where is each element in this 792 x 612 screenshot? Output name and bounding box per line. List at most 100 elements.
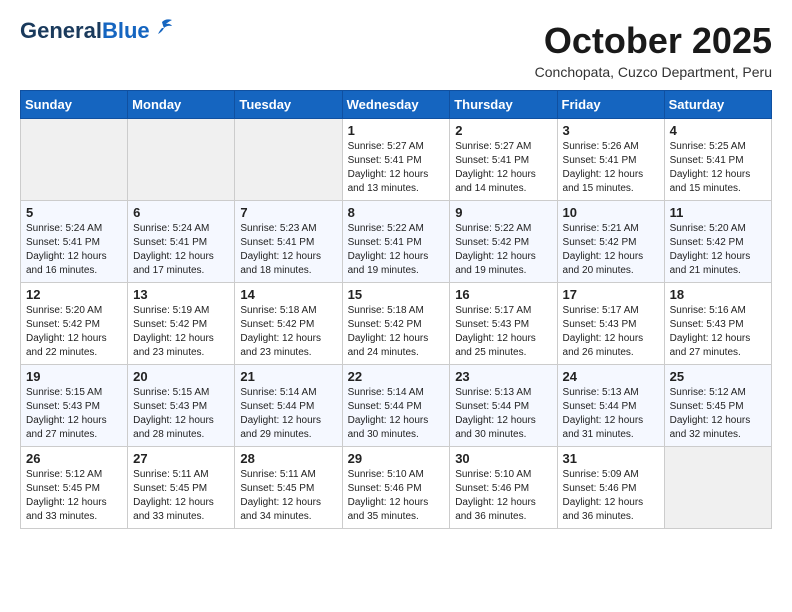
calendar-cell: 23 Sunrise: 5:13 AMSunset: 5:44 PMDayligh… [450,365,557,447]
calendar-cell: 7 Sunrise: 5:23 AMSunset: 5:41 PMDaylight… [235,201,342,283]
calendar-cell: 12Sunrise: 5:20 AMSunset: 5:42 PMDayligh… [21,283,128,365]
day-info: Sunrise: 5:14 AMSunset: 5:44 PMDaylight:… [240,386,336,442]
day-number: 5 [26,205,122,220]
day-number: 17 [563,287,659,302]
calendar-cell [664,447,771,529]
calendar-cell: 30 Sunrise: 5:10 AMSunset: 5:46 PMDayligh… [450,447,557,529]
calendar-cell: 24Sunrise: 5:13 AMSunset: 5:44 PMDayligh… [557,365,664,447]
day-number: 16 [455,287,551,302]
calendar-cell: 4 Sunrise: 5:25 AMSunset: 5:41 PMDaylight… [664,119,771,201]
day-number: 24 [563,369,659,384]
day-number: 15 [348,287,445,302]
location: Conchopata, Cuzco Department, Peru [535,64,772,80]
day-number: 8 [348,205,445,220]
day-number: 2 [455,123,551,138]
day-number: 21 [240,369,336,384]
calendar-cell: 22 Sunrise: 5:14 AMSunset: 5:44 PMDayligh… [342,365,450,447]
day-number: 7 [240,205,336,220]
calendar-cell: 16 Sunrise: 5:17 AMSunset: 5:43 PMDayligh… [450,283,557,365]
calendar-cell: 18Sunrise: 5:16 AMSunset: 5:43 PMDayligh… [664,283,771,365]
day-info: Sunrise: 5:10 AMSunset: 5:46 PMDaylight:… [348,468,445,524]
day-number: 23 [455,369,551,384]
day-number: 27 [133,451,229,466]
weekday-header: Thursday [450,91,557,119]
calendar-cell: 31 Sunrise: 5:09 AMSunset: 5:46 PMDayligh… [557,447,664,529]
calendar-cell: 13 Sunrise: 5:19 AMSunset: 5:42 PMDayligh… [128,283,235,365]
calendar-week-row: 1Sunrise: 5:27 AMSunset: 5:41 PMDaylight… [21,119,772,201]
day-number: 22 [348,369,445,384]
calendar-week-row: 5Sunrise: 5:24 AMSunset: 5:41 PMDaylight… [21,201,772,283]
calendar-cell: 26Sunrise: 5:12 AMSunset: 5:45 PMDayligh… [21,447,128,529]
weekday-header-row: SundayMondayTuesdayWednesdayThursdayFrid… [21,91,772,119]
calendar-cell: 9Sunrise: 5:22 AMSunset: 5:42 PMDaylight… [450,201,557,283]
day-number: 30 [455,451,551,466]
calendar-cell: 8 Sunrise: 5:22 AMSunset: 5:41 PMDaylight… [342,201,450,283]
logo-bird-icon [152,18,174,36]
weekday-header: Friday [557,91,664,119]
calendar-cell: 17 Sunrise: 5:17 AMSunset: 5:43 PMDayligh… [557,283,664,365]
calendar-cell: 25 Sunrise: 5:12 AMSunset: 5:45 PMDayligh… [664,365,771,447]
day-number: 3 [563,123,659,138]
page-header: GeneralBlue October 2025 Conchopata, Cuz… [20,20,772,80]
day-info: Sunrise: 5:19 AMSunset: 5:42 PMDaylight:… [133,304,229,360]
day-number: 28 [240,451,336,466]
calendar-week-row: 12Sunrise: 5:20 AMSunset: 5:42 PMDayligh… [21,283,772,365]
day-number: 31 [563,451,659,466]
day-info: Sunrise: 5:13 AMSunset: 5:44 PMDaylight:… [455,386,551,442]
day-info: Sunrise: 5:27 AMSunset: 5:41 PMDaylight:… [455,140,551,196]
calendar-week-row: 19Sunrise: 5:15 AMSunset: 5:43 PMDayligh… [21,365,772,447]
day-info: Sunrise: 5:15 AMSunset: 5:43 PMDaylight:… [133,386,229,442]
logo-text: GeneralBlue [20,20,150,42]
logo: GeneralBlue [20,20,174,42]
weekday-header: Sunday [21,91,128,119]
calendar-cell: 1Sunrise: 5:27 AMSunset: 5:41 PMDaylight… [342,119,450,201]
day-number: 25 [670,369,766,384]
day-number: 13 [133,287,229,302]
day-info: Sunrise: 5:22 AMSunset: 5:42 PMDaylight:… [455,222,551,278]
day-info: Sunrise: 5:21 AMSunset: 5:42 PMDaylight:… [563,222,659,278]
day-number: 20 [133,369,229,384]
day-number: 6 [133,205,229,220]
calendar-cell: 20 Sunrise: 5:15 AMSunset: 5:43 PMDayligh… [128,365,235,447]
calendar-cell: 11 Sunrise: 5:20 AMSunset: 5:42 PMDayligh… [664,201,771,283]
day-number: 12 [26,287,122,302]
day-info: Sunrise: 5:25 AMSunset: 5:41 PMDaylight:… [670,140,766,196]
day-info: Sunrise: 5:12 AMSunset: 5:45 PMDaylight:… [670,386,766,442]
calendar-cell [128,119,235,201]
day-info: Sunrise: 5:12 AMSunset: 5:45 PMDaylight:… [26,468,122,524]
day-info: Sunrise: 5:16 AMSunset: 5:43 PMDaylight:… [670,304,766,360]
day-number: 10 [563,205,659,220]
calendar-cell [21,119,128,201]
day-number: 29 [348,451,445,466]
day-info: Sunrise: 5:18 AMSunset: 5:42 PMDaylight:… [348,304,445,360]
day-info: Sunrise: 5:20 AMSunset: 5:42 PMDaylight:… [670,222,766,278]
day-number: 4 [670,123,766,138]
day-number: 11 [670,205,766,220]
day-info: Sunrise: 5:11 AMSunset: 5:45 PMDaylight:… [240,468,336,524]
day-info: Sunrise: 5:18 AMSunset: 5:42 PMDaylight:… [240,304,336,360]
calendar-cell: 10 Sunrise: 5:21 AMSunset: 5:42 PMDayligh… [557,201,664,283]
day-info: Sunrise: 5:10 AMSunset: 5:46 PMDaylight:… [455,468,551,524]
day-info: Sunrise: 5:17 AMSunset: 5:43 PMDaylight:… [455,304,551,360]
day-info: Sunrise: 5:17 AMSunset: 5:43 PMDaylight:… [563,304,659,360]
calendar-cell: 28 Sunrise: 5:11 AMSunset: 5:45 PMDayligh… [235,447,342,529]
month-title: October 2025 [535,20,772,62]
day-info: Sunrise: 5:09 AMSunset: 5:46 PMDaylight:… [563,468,659,524]
title-block: October 2025 Conchopata, Cuzco Departmen… [535,20,772,80]
calendar-cell: 27 Sunrise: 5:11 AMSunset: 5:45 PMDayligh… [128,447,235,529]
day-info: Sunrise: 5:23 AMSunset: 5:41 PMDaylight:… [240,222,336,278]
day-info: Sunrise: 5:27 AMSunset: 5:41 PMDaylight:… [348,140,445,196]
calendar-table: SundayMondayTuesdayWednesdayThursdayFrid… [20,90,772,529]
day-info: Sunrise: 5:14 AMSunset: 5:44 PMDaylight:… [348,386,445,442]
day-info: Sunrise: 5:11 AMSunset: 5:45 PMDaylight:… [133,468,229,524]
day-info: Sunrise: 5:22 AMSunset: 5:41 PMDaylight:… [348,222,445,278]
calendar-cell: 14 Sunrise: 5:18 AMSunset: 5:42 PMDayligh… [235,283,342,365]
calendar-cell: 21 Sunrise: 5:14 AMSunset: 5:44 PMDayligh… [235,365,342,447]
weekday-header: Monday [128,91,235,119]
weekday-header: Wednesday [342,91,450,119]
calendar-cell: 3Sunrise: 5:26 AMSunset: 5:41 PMDaylight… [557,119,664,201]
day-number: 14 [240,287,336,302]
calendar-cell: 2 Sunrise: 5:27 AMSunset: 5:41 PMDaylight… [450,119,557,201]
calendar-week-row: 26Sunrise: 5:12 AMSunset: 5:45 PMDayligh… [21,447,772,529]
calendar-cell: 19Sunrise: 5:15 AMSunset: 5:43 PMDayligh… [21,365,128,447]
